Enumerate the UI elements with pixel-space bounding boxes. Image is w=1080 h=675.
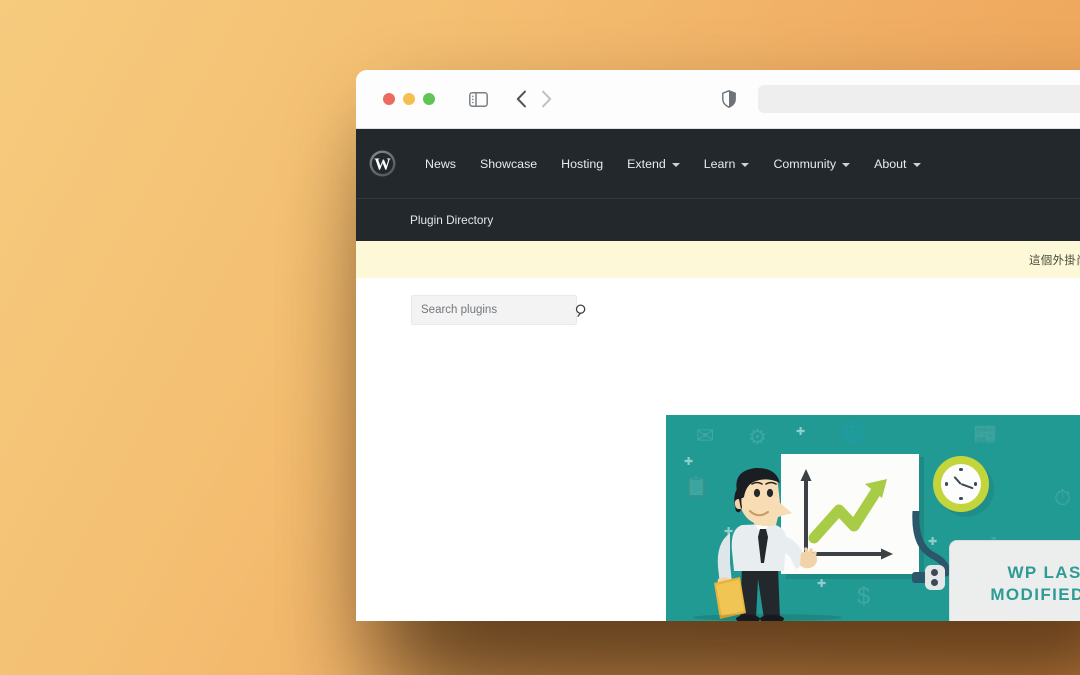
forward-icon[interactable] xyxy=(541,90,552,108)
wordpress-logo[interactable]: W xyxy=(369,150,396,177)
nav-label: Hosting xyxy=(561,156,604,171)
nav-label: Community xyxy=(773,156,837,171)
svg-text:W: W xyxy=(374,155,391,174)
chevron-down-icon xyxy=(741,162,750,167)
search-icon[interactable] xyxy=(575,303,588,317)
browser-window: W News Showcase Hosting Extend Learn Com… xyxy=(356,70,1080,621)
label-line-1: WP LAST xyxy=(1007,562,1080,582)
address-input[interactable] xyxy=(758,85,1080,113)
site-primary-nav: W News Showcase Hosting Extend Learn Com… xyxy=(356,129,1080,198)
nav-menu: News Showcase Hosting Extend Learn Commu… xyxy=(413,157,933,171)
nav-item-hosting[interactable]: Hosting xyxy=(549,157,615,171)
ground-shadow xyxy=(692,614,842,621)
nav-item-news[interactable]: News xyxy=(413,157,468,171)
close-window-button[interactable] xyxy=(383,93,395,105)
sparkle-icon: ✚ xyxy=(684,456,694,468)
doodle-gears-icon: ⚙ xyxy=(748,426,767,449)
nav-item-learn[interactable]: Learn xyxy=(692,157,762,171)
nav-label: Extend xyxy=(627,156,666,171)
search-section xyxy=(356,278,1080,325)
locale-notice-bar: 這個外掛尚無繁體中文本地化版本 xyxy=(356,241,1080,278)
doodle-dollar-icon: $ xyxy=(857,583,871,610)
locale-notice-text: 這個外掛尚無繁體中文本地化版本 xyxy=(1029,254,1080,267)
doodle-globe-icon: 🌐 xyxy=(840,422,865,444)
search-plugins-box[interactable] xyxy=(411,295,586,325)
traffic-light-buttons xyxy=(383,93,435,105)
plugin-banner-illustration: ✉ ⚙ 🌐 📰 📋 ⏱ $ 💻 ↗ ✚ ✚ ✚ ✚ ✚ ✚ xyxy=(666,415,1080,621)
power-plug xyxy=(925,565,945,590)
address-bar[interactable] xyxy=(758,85,1080,113)
sidebar-toggle-icon[interactable] xyxy=(469,91,488,107)
nav-label: About xyxy=(874,156,907,171)
nav-label: Learn xyxy=(703,156,736,171)
chevron-down-icon xyxy=(842,162,851,167)
nav-item-extend[interactable]: Extend xyxy=(615,157,692,171)
zoom-window-button[interactable] xyxy=(423,93,435,105)
breadcrumb-plugin-directory[interactable]: Plugin Directory xyxy=(410,213,493,227)
chevron-down-icon xyxy=(671,162,680,167)
back-icon[interactable] xyxy=(516,90,527,108)
sparkle-icon: ✚ xyxy=(796,426,806,438)
chevron-down-icon xyxy=(912,162,921,167)
clock-face xyxy=(941,464,981,504)
doodle-envelope-icon: ✉ xyxy=(696,423,715,448)
businessman-character xyxy=(706,467,826,621)
wordpress-plugin-directory-page: W News Showcase Hosting Extend Learn Com… xyxy=(356,129,1080,621)
browser-toolbar xyxy=(356,70,1080,129)
doodle-news-icon: 📰 xyxy=(973,424,998,446)
label-plate: WP LAST MODIFIED IN xyxy=(949,540,1080,621)
nav-item-about[interactable]: About xyxy=(862,157,932,171)
nav-label: News xyxy=(425,156,456,171)
shield-icon[interactable] xyxy=(722,90,736,108)
nav-item-community[interactable]: Community xyxy=(761,157,862,171)
search-input[interactable] xyxy=(421,304,575,316)
site-secondary-nav: Plugin Directory xyxy=(356,198,1080,241)
nav-item-showcase[interactable]: Showcase xyxy=(468,157,549,171)
label-line-2: MODIFIED IN xyxy=(990,585,1080,604)
nav-label: Showcase xyxy=(479,156,538,171)
minimize-window-button[interactable] xyxy=(403,93,415,105)
doodle-clock-outline-icon: ⏱ xyxy=(1054,485,1072,510)
